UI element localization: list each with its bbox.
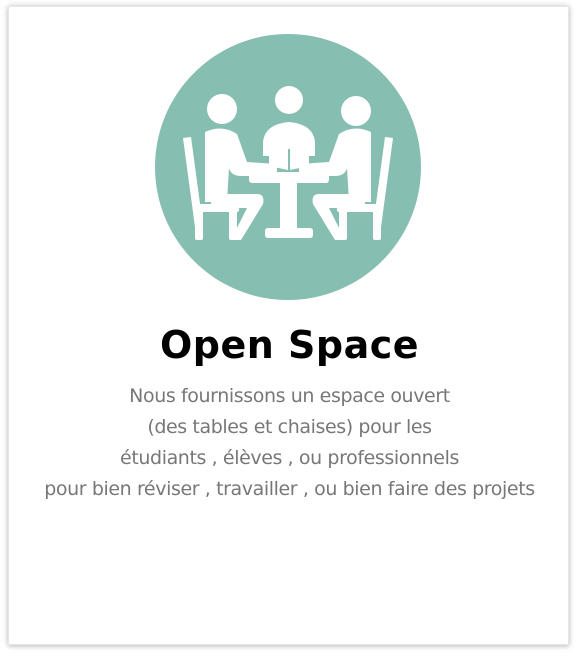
card-description: Nous fournissons un espace ouvert (des t… (9, 381, 570, 505)
service-card: Open Space Nous fournissons un espace ou… (8, 6, 569, 645)
meeting-table-icon (155, 34, 421, 300)
description-line: pour bien réviser , travailler , ou bien… (44, 478, 535, 500)
card-title: Open Space (159, 323, 420, 367)
description-line: (des tables et chaises) pour les (147, 416, 432, 438)
description-line: Nous fournissons un espace ouvert (129, 385, 450, 407)
description-line: étudiants , élèves , ou professionnels (120, 447, 459, 469)
